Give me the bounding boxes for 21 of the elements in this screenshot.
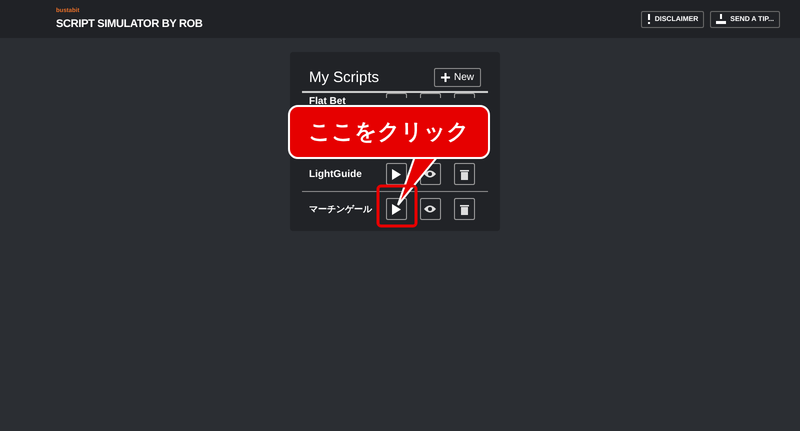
script-name: Flat Bet xyxy=(309,95,347,107)
highlight-frame xyxy=(376,184,418,228)
play-icon xyxy=(391,168,402,180)
app-title: SCRIPT SIMULATOR BY ROB xyxy=(56,18,202,30)
script-name: LightGuide xyxy=(309,168,363,180)
view-button[interactable] xyxy=(420,198,441,220)
run-button[interactable] xyxy=(386,198,407,220)
exclamation-icon xyxy=(646,14,651,24)
new-button[interactable]: New xyxy=(434,68,481,87)
panel-title: My Scripts xyxy=(309,69,380,86)
callout-text: ここをクリック xyxy=(308,119,470,147)
run-button[interactable] xyxy=(386,163,407,185)
delete-button[interactable] xyxy=(454,198,475,220)
eye-icon xyxy=(424,205,436,213)
play-icon xyxy=(391,204,402,214)
delete-button[interactable] xyxy=(454,163,475,185)
trash-icon xyxy=(460,168,469,180)
trash-icon xyxy=(460,204,469,214)
plus-icon xyxy=(440,73,450,82)
delete-button[interactable] xyxy=(454,93,475,98)
script-name: マーチンゲール xyxy=(309,202,374,216)
